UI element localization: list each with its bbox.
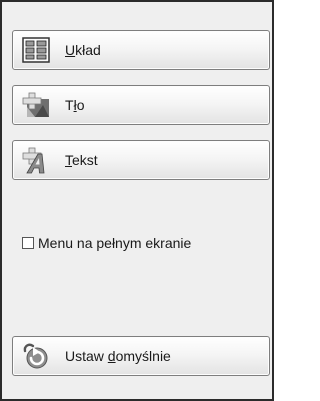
reset-arrow-icon (19, 340, 53, 372)
background-image-icon (19, 89, 53, 121)
text-style-icon (19, 144, 53, 176)
background-button[interactable]: Tło (12, 85, 270, 125)
text-button[interactable]: Tekst (12, 140, 270, 180)
reset-defaults-button-label: Ustaw domyślnie (65, 348, 171, 364)
fullscreen-menu-label: Menu na pełnym ekranie (38, 235, 192, 251)
reset-defaults-button[interactable]: Ustaw domyślnie (12, 336, 270, 376)
text-button-label: Tekst (65, 152, 98, 168)
layout-button-label: Układ (65, 42, 101, 58)
layout-button[interactable]: Układ (12, 30, 270, 70)
layout-grid-icon (19, 34, 53, 66)
fullscreen-menu-checkbox[interactable] (22, 237, 34, 249)
background-button-label: Tło (65, 97, 85, 113)
fullscreen-menu-option[interactable]: Menu na pełnym ekranie (22, 235, 191, 251)
options-panel: Układ Tło Tekst Menu na pełnym ekranie U… (0, 0, 274, 401)
